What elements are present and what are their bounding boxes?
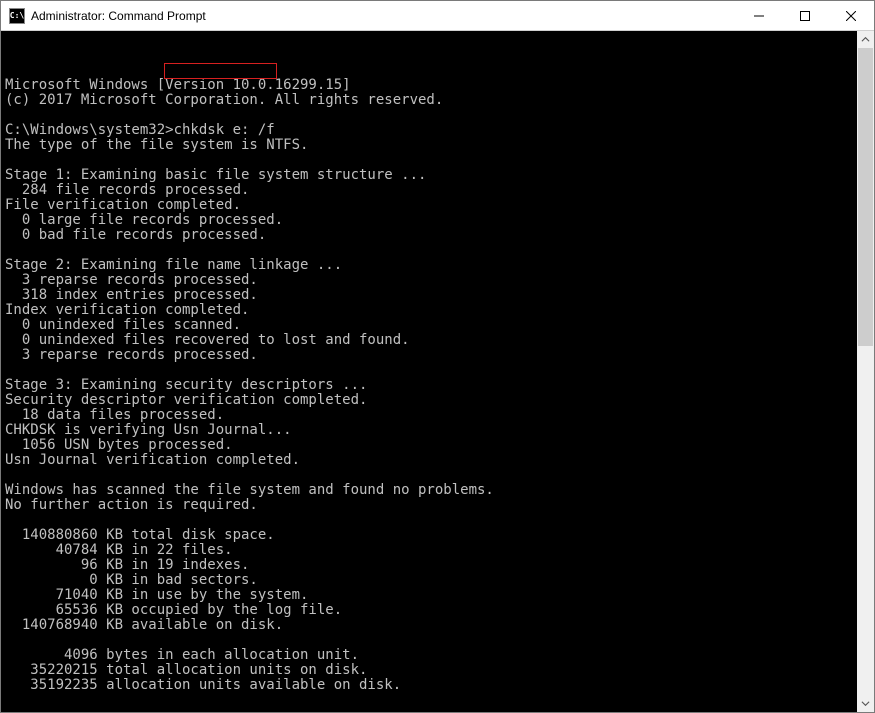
console-line: No further action is required. [5, 498, 853, 513]
console-line [5, 243, 853, 258]
console-line: 65536 KB occupied by the log file. [5, 603, 853, 618]
console-line: (c) 2017 Microsoft Corporation. All righ… [5, 93, 853, 108]
console-line: CHKDSK is verifying Usn Journal... [5, 423, 853, 438]
titlebar[interactable]: C:\ Administrator: Command Prompt [1, 1, 874, 31]
console-line: 3 reparse records processed. [5, 348, 853, 363]
window-title: Administrator: Command Prompt [31, 9, 736, 23]
command-prompt-window: C:\ Administrator: Command Prompt Micros… [0, 0, 875, 713]
console-line: Stage 2: Examining file name linkage ... [5, 258, 853, 273]
console-line: 0 unindexed files recovered to lost and … [5, 333, 853, 348]
console-line [5, 513, 853, 528]
console-line: 284 file records processed. [5, 183, 853, 198]
console-line: Stage 1: Examining basic file system str… [5, 168, 853, 183]
console-line: Usn Journal verification completed. [5, 453, 853, 468]
console-line: 0 unindexed files scanned. [5, 318, 853, 333]
console-line: Index verification completed. [5, 303, 853, 318]
console-line: 96 KB in 19 indexes. [5, 558, 853, 573]
scroll-track[interactable] [857, 48, 874, 695]
console-line: 35220215 total allocation units on disk. [5, 663, 853, 678]
console-line: 40784 KB in 22 files. [5, 543, 853, 558]
console-line: 140880860 KB total disk space. [5, 528, 853, 543]
scroll-up-arrow-icon[interactable] [857, 31, 874, 48]
console-line [5, 633, 853, 648]
console-line: 3 reparse records processed. [5, 273, 853, 288]
minimize-button[interactable] [736, 1, 782, 30]
console-line: 1056 USN bytes processed. [5, 438, 853, 453]
console-line: C:\Windows\system32>chkdsk e: /f [5, 123, 853, 138]
vertical-scrollbar[interactable] [857, 31, 874, 712]
scroll-thumb[interactable] [858, 48, 873, 346]
console-line: File verification completed. [5, 198, 853, 213]
console-line: Windows has scanned the file system and … [5, 483, 853, 498]
console-line: 0 bad file records processed. [5, 228, 853, 243]
console-line: Security descriptor verification complet… [5, 393, 853, 408]
console-output[interactable]: Microsoft Windows [Version 10.0.16299.15… [1, 31, 857, 712]
console-line [5, 468, 853, 483]
console-line [5, 153, 853, 168]
console-line: 0 large file records processed. [5, 213, 853, 228]
console-line: Microsoft Windows [Version 10.0.16299.15… [5, 78, 853, 93]
console-line: Stage 3: Examining security descriptors … [5, 378, 853, 393]
maximize-button[interactable] [782, 1, 828, 30]
console-line: 318 index entries processed. [5, 288, 853, 303]
close-button[interactable] [828, 1, 874, 30]
console-line: 4096 bytes in each allocation unit. [5, 648, 853, 663]
console-line: The type of the file system is NTFS. [5, 138, 853, 153]
console-line: 18 data files processed. [5, 408, 853, 423]
console-line: 0 KB in bad sectors. [5, 573, 853, 588]
console-line [5, 108, 853, 123]
console-line: 71040 KB in use by the system. [5, 588, 853, 603]
console-line: 35192235 allocation units available on d… [5, 678, 853, 693]
cmd-icon: C:\ [9, 8, 25, 24]
console-line: 140768940 KB available on disk. [5, 618, 853, 633]
scroll-down-arrow-icon[interactable] [857, 695, 874, 712]
window-controls [736, 1, 874, 30]
console-line [5, 363, 853, 378]
client-area: Microsoft Windows [Version 10.0.16299.15… [1, 31, 874, 712]
